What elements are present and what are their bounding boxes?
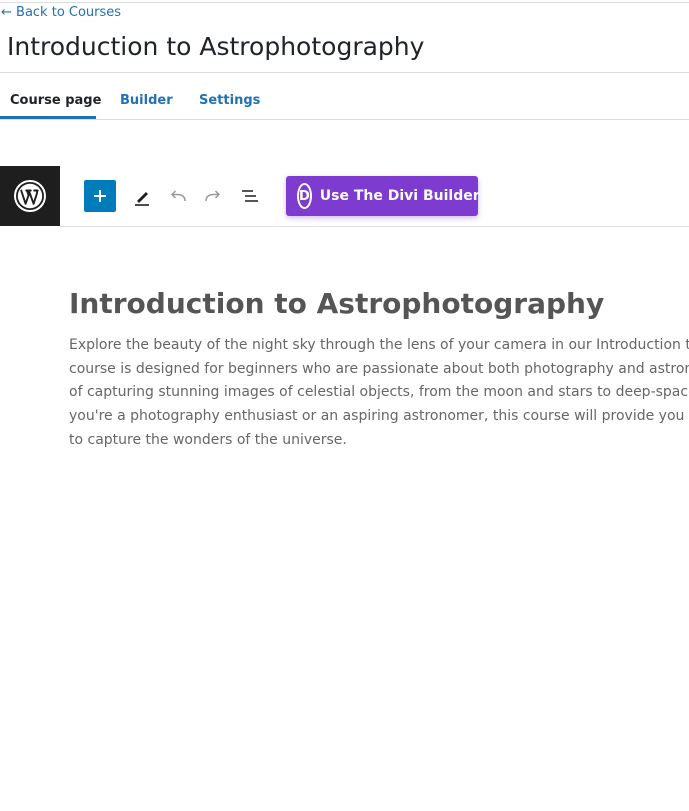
paragraph-line: course is designed for beginners who are… — [69, 360, 689, 377]
undo-button[interactable] — [164, 181, 192, 211]
redo-icon — [205, 190, 221, 202]
list-view-icon — [242, 190, 258, 202]
plus-icon — [94, 190, 106, 202]
tab-course-page[interactable]: Course page — [10, 73, 101, 119]
post-paragraph[interactable]: Explore the beauty of the night sky thro… — [69, 334, 689, 453]
paragraph-line: of capturing stunning images of celestia… — [69, 384, 689, 401]
tab-settings[interactable]: Settings — [199, 73, 260, 119]
redo-button[interactable] — [199, 181, 227, 211]
divi-button-label: Use The Divi Builder — [319, 188, 480, 204]
tabs-divider — [0, 119, 689, 120]
wordpress-logo-button[interactable] — [0, 166, 60, 226]
top-divider — [0, 2, 689, 3]
tab-builder[interactable]: Builder — [120, 73, 173, 119]
post-title[interactable]: Introduction to Astrophotography — [69, 284, 604, 324]
tools-button[interactable] — [128, 181, 156, 211]
undo-icon — [170, 190, 186, 202]
course-tabs: Course page Builder Settings — [0, 73, 689, 119]
paragraph-line: to capture the wonders of the universe. — [69, 431, 347, 448]
pencil-icon — [135, 192, 149, 206]
paragraph-line: Explore the beauty of the night sky thro… — [69, 337, 689, 353]
document-overview-button[interactable] — [236, 181, 264, 211]
divi-logo-icon: D — [297, 183, 312, 209]
back-to-courses-link[interactable]: ← Back to Courses — [1, 4, 121, 22]
use-divi-builder-button[interactable]: D Use The Divi Builder — [286, 176, 480, 216]
paragraph-line: you're a photography enthusiast or an as… — [69, 408, 689, 425]
add-block-button[interactable] — [84, 180, 116, 212]
toolbar-divider — [60, 226, 689, 227]
page-title: Introduction to Astrophotography — [7, 32, 425, 61]
course-editor-page: ← Back to Courses Introduction to Astrop… — [0, 0, 689, 811]
wordpress-logo-icon — [14, 180, 46, 212]
